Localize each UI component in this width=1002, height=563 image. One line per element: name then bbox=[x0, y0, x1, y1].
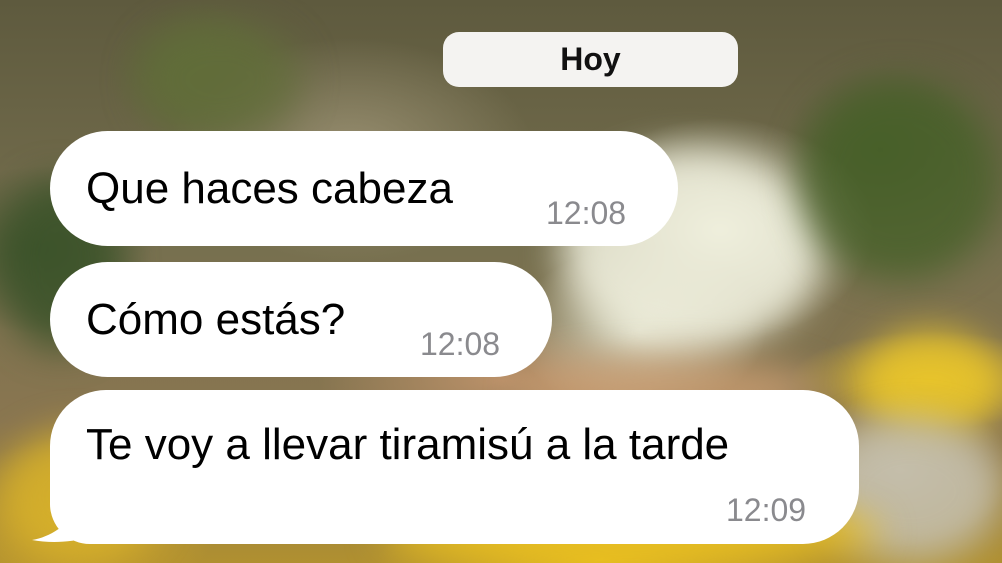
message-timestamp: 12:08 bbox=[420, 326, 501, 362]
message-text: Cómo estás? bbox=[86, 295, 346, 344]
message-timestamp: 12:09 bbox=[726, 492, 807, 528]
message-text: Te voy a llevar tiramisú a la tarde bbox=[86, 420, 730, 469]
date-separator-label: Hoy bbox=[560, 41, 621, 77]
message-text: Que haces cabeza bbox=[86, 164, 453, 213]
message-bubble[interactable]: Cómo estás? 12:08 bbox=[50, 262, 552, 377]
wallpaper-blob bbox=[800, 80, 1000, 280]
message-timestamp: 12:08 bbox=[546, 195, 627, 231]
wallpaper-blob bbox=[140, 20, 300, 140]
message-bubble[interactable]: Que haces cabeza 12:08 bbox=[50, 131, 678, 246]
message-bubble[interactable]: Te voy a llevar tiramisú a la tarde 12:0… bbox=[50, 390, 859, 544]
date-separator: Hoy bbox=[443, 32, 738, 87]
